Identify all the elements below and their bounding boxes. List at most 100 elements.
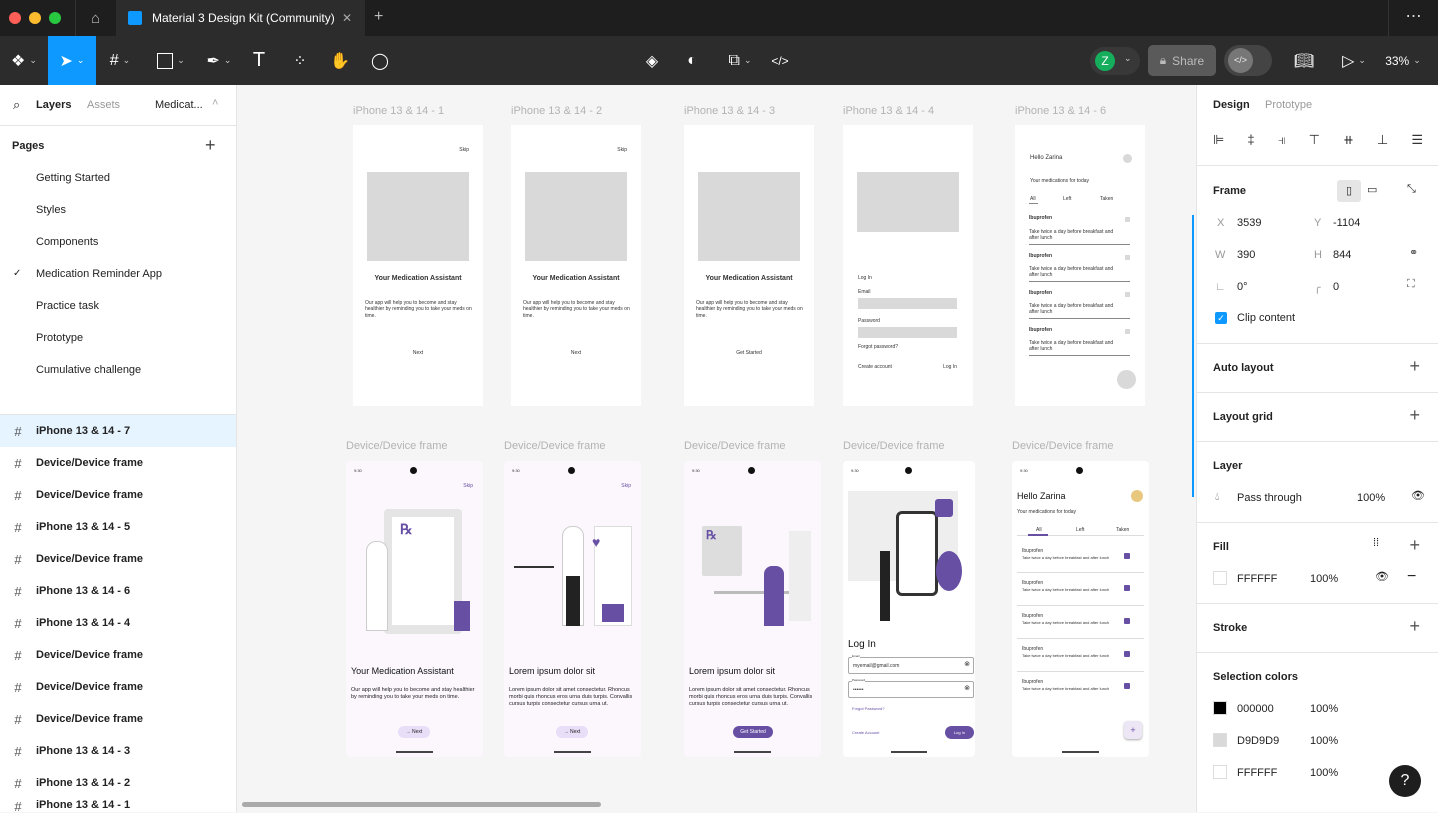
tab-taken[interactable]: Taken <box>1116 527 1129 533</box>
tab-left[interactable]: Left <box>1063 196 1071 202</box>
skip-link[interactable]: Skip <box>459 147 469 153</box>
page-item[interactable]: Components <box>36 236 98 248</box>
boolean-button[interactable]: ⧉ ⌄ <box>720 36 760 85</box>
library-button[interactable]: 📖︎ <box>1290 36 1318 85</box>
forgot-link[interactable]: Forgot password? <box>858 344 898 350</box>
frame-label[interactable]: Device/Device frame <box>346 440 447 452</box>
text-tool[interactable]: T <box>246 36 272 85</box>
tab-left[interactable]: Left <box>1076 527 1084 533</box>
email-field[interactable]: Email myemail@gmail.com ⊗ <box>848 654 974 674</box>
tab-prototype[interactable]: Prototype <box>1265 99 1312 111</box>
layer-item-selected[interactable]: # iPhone 13 & 14 - 7 <box>0 415 236 447</box>
clip-content-checkbox[interactable]: ✓ <box>1215 312 1227 324</box>
align-top-icon[interactable]: ⊤ <box>1309 132 1320 148</box>
skip-link[interactable]: Skip <box>463 483 473 489</box>
frame-label[interactable]: Device/Device frame <box>504 440 605 452</box>
chevron-up-icon[interactable]: ˄ <box>212 97 218 109</box>
layer-item[interactable]: # iPhone 13 & 14 - 6 <box>0 575 236 607</box>
horizontal-scrollbar[interactable] <box>242 802 601 807</box>
add-fill-icon[interactable]: + <box>1409 535 1420 556</box>
color-swatch[interactable] <box>1213 733 1227 747</box>
hand-tool[interactable]: ✋ <box>326 36 354 85</box>
add-page-icon[interactable]: + <box>205 135 216 156</box>
tab-assets[interactable]: Assets <box>87 99 120 111</box>
color-swatch[interactable] <box>1213 765 1227 779</box>
next-button[interactable]: → Next <box>556 726 588 738</box>
move-tool[interactable]: ➤ ⌄ <box>48 36 96 85</box>
layer-item[interactable]: # iPhone 13 & 14 - 1 <box>0 799 236 813</box>
add-layout-grid-icon[interactable]: + <box>1409 405 1420 426</box>
color-opacity[interactable]: 100% <box>1310 703 1338 715</box>
fill-swatch[interactable] <box>1213 571 1227 585</box>
dev-mode-button[interactable]: </> <box>768 36 792 85</box>
create-account-link[interactable]: Create Account <box>852 730 879 735</box>
remove-fill-icon[interactable]: − <box>1407 568 1416 586</box>
page-item[interactable]: Styles <box>36 204 66 216</box>
frame-label[interactable]: Device/Device frame <box>1012 440 1113 452</box>
med-checkbox[interactable] <box>1124 651 1130 657</box>
frame-tool[interactable]: # ⌄ <box>100 36 140 85</box>
login-button[interactable]: Log In <box>945 726 974 739</box>
clear-icon[interactable]: ⊗ <box>964 685 970 694</box>
med-checkbox[interactable] <box>1124 683 1130 689</box>
layer-item[interactable]: # Device/Device frame <box>0 543 236 575</box>
y-input[interactable]: -1104 <box>1333 217 1360 229</box>
frame-label[interactable]: iPhone 13 & 14 - 2 <box>511 105 602 117</box>
clear-icon[interactable]: ⊗ <box>964 661 970 670</box>
landscape-icon[interactable]: ▭ <box>1367 183 1377 196</box>
file-tab[interactable]: Material 3 Design Kit (Community) ✕ <box>116 0 365 36</box>
resources-tool[interactable]: ⁘ <box>286 36 314 85</box>
device-onboarding-3[interactable]: 9:30 ℞ Lorem ipsum dolor sit Lorem ipsum… <box>684 461 821 757</box>
password-field[interactable] <box>858 327 957 338</box>
corner-radius-input[interactable]: 0 <box>1333 281 1339 293</box>
layer-item[interactable]: # iPhone 13 & 14 - 2 <box>0 767 236 799</box>
distribute-icon[interactable]: ☰ <box>1411 132 1423 148</box>
page-item[interactable]: Getting Started <box>36 172 110 184</box>
login-button[interactable]: Log In <box>943 364 957 370</box>
layer-item[interactable]: # iPhone 13 & 14 - 4 <box>0 607 236 639</box>
dev-mode-toggle[interactable]: </> <box>1224 45 1272 76</box>
align-bottom-icon[interactable]: ⊥ <box>1377 132 1388 148</box>
password-field[interactable]: Password •••••• ⊗ <box>848 678 974 698</box>
portrait-icon[interactable]: ▯ <box>1337 180 1361 202</box>
page-switcher[interactable]: Medicat... <box>155 99 203 111</box>
frame-label[interactable]: iPhone 13 & 14 - 3 <box>684 105 775 117</box>
device-home[interactable]: 9:30 Hello Zarina Your medications for t… <box>1012 461 1149 757</box>
email-field[interactable] <box>858 298 957 309</box>
width-input[interactable]: 390 <box>1237 249 1255 261</box>
add-auto-layout-icon[interactable]: + <box>1409 356 1420 377</box>
pen-tool[interactable]: ✒ ⌄ <box>198 36 240 85</box>
close-window-button[interactable] <box>9 12 21 24</box>
component-button[interactable]: ◈ <box>640 36 664 85</box>
blend-mode-dropdown[interactable]: Pass through <box>1237 492 1302 504</box>
align-right-icon[interactable]: ⫣ <box>1278 132 1286 148</box>
styles-icon[interactable]: ⁞⁞ <box>1373 537 1379 549</box>
frame-type-dropdown[interactable]: Frame <box>1213 185 1246 197</box>
frame-label[interactable]: Device/Device frame <box>843 440 944 452</box>
color-opacity[interactable]: 100% <box>1310 735 1338 747</box>
create-account-link[interactable]: Create account <box>858 364 892 370</box>
layer-item[interactable]: # iPhone 13 & 14 - 5 <box>0 511 236 543</box>
color-hex[interactable]: FFFFFF <box>1237 767 1277 779</box>
home-icon[interactable]: ⌂ <box>75 0 115 36</box>
new-tab-button[interactable]: + <box>374 8 383 26</box>
maximize-window-button[interactable] <box>49 12 61 24</box>
get-started-button[interactable]: Get Started <box>684 350 814 356</box>
tab-layers[interactable]: Layers <box>36 99 71 111</box>
color-swatch[interactable] <box>1213 701 1227 715</box>
layer-item[interactable]: # Device/Device frame <box>0 671 236 703</box>
fab-placeholder[interactable] <box>1117 370 1136 389</box>
search-icon[interactable]: ⌕ <box>13 97 20 113</box>
frame-label[interactable]: iPhone 13 & 14 - 4 <box>843 105 934 117</box>
page-item-current[interactable]: Medication Reminder App <box>36 268 162 280</box>
frame-label[interactable]: iPhone 13 & 14 - 1 <box>353 105 444 117</box>
tab-all[interactable]: All <box>1036 527 1042 533</box>
help-button[interactable]: ? <box>1389 765 1421 797</box>
resize-to-fit-icon[interactable]: ⤡ <box>1407 183 1416 196</box>
layer-item[interactable]: # Device/Device frame <box>0 447 236 479</box>
device-onboarding-2[interactable]: 9:30 Skip ♥ Lorem ipsum dolor sit Lorem … <box>504 461 641 757</box>
minimize-window-button[interactable] <box>29 12 41 24</box>
layer-item[interactable]: # Device/Device frame <box>0 703 236 735</box>
page-item[interactable]: Cumulative challenge <box>36 364 141 376</box>
layer-item[interactable]: # Device/Device frame <box>0 479 236 511</box>
